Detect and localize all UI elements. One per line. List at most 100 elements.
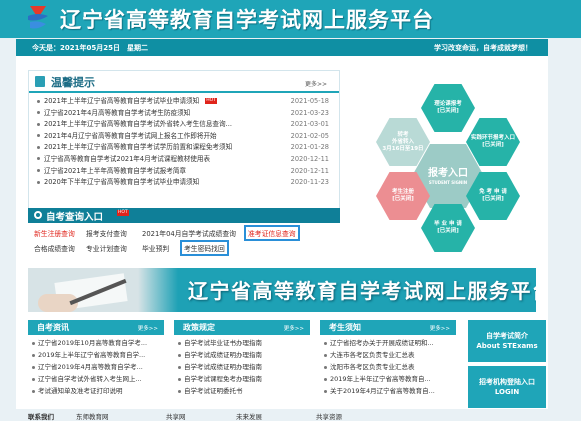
query-panel: 自考查询入口 HOT 新生注册查询 报考支付查询 2021年04月自学考试成绩查… [28,208,340,260]
hex-status: [已关闭] [482,196,504,202]
query-link-payment[interactable]: 报考支付查询 [86,228,127,238]
hex-menu: 理论课报考 [已关闭] 转考 外省转入 3月16日至19日 实践环节报考入口 [… [348,70,548,280]
list-item[interactable]: 自学考试毕业证书办理指南 [178,337,310,349]
query-link-password-recovery[interactable]: 考生密码找回 [180,240,229,256]
list-item[interactable]: 自学考试课程免考办理指南 [178,373,310,385]
column-header: 政策规定 更多>> [174,320,310,335]
hex-center-label: 报考入口 [428,167,468,179]
hex-status: 3月16日至19日 [382,145,424,152]
query-link-admission-ticket[interactable]: 准考证信息查询 [244,225,300,241]
bullet-icon [324,389,327,393]
column-more-link[interactable]: 更多>> [138,324,158,332]
notice-item-title[interactable]: 2021年上半年辽宁省高等教育自学考试学历前置和课程免考须知 [44,143,232,151]
bullet-icon [32,365,35,369]
list-item[interactable]: 自学考试成绩证明办理指南 [178,361,310,373]
site-title: 辽宁省高等教育自学考试网上服务平台 [60,8,434,32]
bullet-icon [37,122,40,126]
notice-item-date: 2020-12-11 [290,154,329,163]
hex-label: 考生注册 [391,189,414,195]
notice-item-date: 2021-03-23 [290,108,329,117]
list-item[interactable]: 自学考试证明委托书 [178,385,310,397]
query-title: 自考查询入口 [46,212,104,223]
notice-item[interactable]: 2020年下半年辽宁省高等教育自学考试毕业申请须知 2020-11-23 [37,177,329,189]
footer-link[interactable]: 东师教育网 [76,411,109,421]
list-item[interactable]: 自学考试成绩证明办理指南 [178,349,310,361]
query-link-plan[interactable]: 专业计划查询 [86,243,127,253]
hex-label: 理论课报考 [434,101,462,107]
about-exams-button[interactable]: 自学考试简介 About STExams [468,320,546,362]
list-item[interactable]: 关于2019年4月辽宁省高等教育自... [324,385,456,397]
button-label: 自学考试简介 [486,332,528,340]
notice-title: 温馨提示 [51,76,95,89]
query-link-score[interactable]: 2021年04月自学考试成绩查询 [142,228,236,238]
notice-item[interactable]: 辽宁省2021年上半年高等教育自学考试报考简章 2020-12-11 [37,166,329,178]
notice-item[interactable]: 2021年4月辽宁省高等教育自学考试网上报名工作即将开始 2021-02-05 [37,131,329,143]
hex-theory-exam[interactable]: 理论课报考 [已关闭] [421,84,475,132]
bullet-icon [32,389,35,393]
bullet-icon [324,377,327,381]
list-item[interactable]: 2019年上半年辽宁省高等教育自学... [32,349,164,361]
slogan: 学习改变命运，自考成就梦想！ [434,44,532,52]
notice-item[interactable]: 2021年上半年辽宁省高等教育自学考试外省转入考生信息查询... 2021-03-… [37,119,329,131]
notice-item[interactable]: 辽宁省2021年4月高等教育自学考试考生防疫须知 2021-03-23 [37,108,329,120]
query-row: 合格成绩查询 专业计划查询 毕业预判 考生密码找回 [28,240,340,256]
hex-status: [已关闭] [482,142,504,148]
bullet-icon [178,353,181,357]
notice-item-title[interactable]: 2021年4月辽宁省高等教育自学考试网上报名工作即将开始 [44,132,217,140]
hex-graduation[interactable]: 毕 业 申 请 [已关闭] [421,204,475,252]
footer-link-contact[interactable]: 联系我们 [28,411,54,421]
notice-item[interactable]: 2021年上半年辽宁省高等教育自学考试学历前置和课程免考须知 2021-01-28 [37,142,329,154]
query-row: 新生注册查询 报考支付查询 2021年04月自学考试成绩查询 准考证信息查询 [28,225,340,241]
notice-item-title[interactable]: 2021年上半年辽宁省高等教育自学考试毕业申请须知 [44,97,199,105]
list-item[interactable]: 辽宁省2019年4月高等教育自学考... [32,361,164,373]
policy-column: 政策规定 更多>> 自学考试毕业证书办理指南 自学考试成绩证明办理指南 自学考试… [174,320,310,421]
notice-item-title[interactable]: 辽宁省高等教育自学考试2021年4月考试课程教材使用表 [44,155,210,163]
notice-item[interactable]: 2021年上半年辽宁省高等教育自学考试毕业申请须知 HOT 2021-05-18 [37,96,329,108]
notice-item-title[interactable]: 辽宁省2021年4月高等教育自学考试考生防疫须知 [44,109,190,117]
news-column: 自考资讯 更多>> 辽宁省2019年10月高等教育自学考... 2019年上半年… [28,320,164,421]
notice-item-date: 2021-03-01 [290,120,329,129]
column-header: 考生须知 更多>> [320,320,456,335]
list-item[interactable]: 大连市各考区负责专业汇总表 [324,349,456,361]
bullet-icon [32,341,35,345]
notice-item-date: 2020-12-11 [290,166,329,175]
list-item[interactable]: 2019年上半年辽宁省高等教育自... [324,373,456,385]
bullet-icon [32,353,35,357]
column-more-link[interactable]: 更多>> [430,324,450,332]
bullet-icon [178,377,181,381]
list-item[interactable]: 沈阳市各考区负责专业汇总表 [324,361,456,373]
query-link-pass-score[interactable]: 合格成绩查询 [34,243,75,253]
list-item[interactable]: 考试通知单及准考证打印说明 [32,385,164,397]
bullet-icon [178,365,181,369]
date-text: 今天是：2021年05月25日 星期二 [32,44,148,52]
list-item[interactable]: 辽宁省2019年10月高等教育自学考... [32,337,164,349]
column-more-link[interactable]: 更多>> [284,324,304,332]
footer-link[interactable]: 未来发展 [236,411,262,421]
hot-badge: HOT [117,210,129,216]
list-item[interactable]: 辽宁省招考办关于开展成绩证明和... [324,337,456,349]
bullet-icon [32,377,35,381]
hex-status: [已关闭] [437,108,459,114]
query-link-graduation[interactable]: 毕业预判 [142,243,169,253]
footer-link[interactable]: 共享资源 [316,411,342,421]
query-link-registration[interactable]: 新生注册查询 [34,228,75,238]
notice-header: 温馨提示 更多>> [29,71,339,93]
bullet-icon [37,99,40,103]
bullet-icon [37,157,40,161]
notice-item-date: 2021-02-05 [290,131,329,140]
notice-item-title[interactable]: 辽宁省2021年上半年高等教育自学考试报考简章 [44,167,186,175]
footer-link[interactable]: 共享网 [166,411,186,421]
hex-label: 外省转入 [391,138,414,145]
notice-item-title[interactable]: 2021年上半年辽宁省高等教育自学考试外省转入考生信息查询... [44,120,232,128]
footer-links: 联系我们 东师教育网 共享网 未来发展 共享资源 [16,409,548,421]
list-item[interactable]: 辽宁省自学考试外省转入考生网上... [32,373,164,385]
logo-icon [28,6,48,29]
notice-item[interactable]: 辽宁省高等教育自学考试2021年4月考试课程教材使用表 2020-12-11 [37,154,329,166]
notice-item-title[interactable]: 2020年下半年辽宁省高等教育自学考试毕业申请须知 [44,178,199,186]
agency-login-button[interactable]: 招考机构登陆入口 LOGIN [468,366,546,408]
bullet-icon [37,111,40,115]
hex-label: 免 考 申 请 [479,189,507,195]
hex-status: [已关闭] [392,196,414,202]
notice-more-link[interactable]: 更多>> [305,79,327,88]
notice-icon [35,76,45,87]
